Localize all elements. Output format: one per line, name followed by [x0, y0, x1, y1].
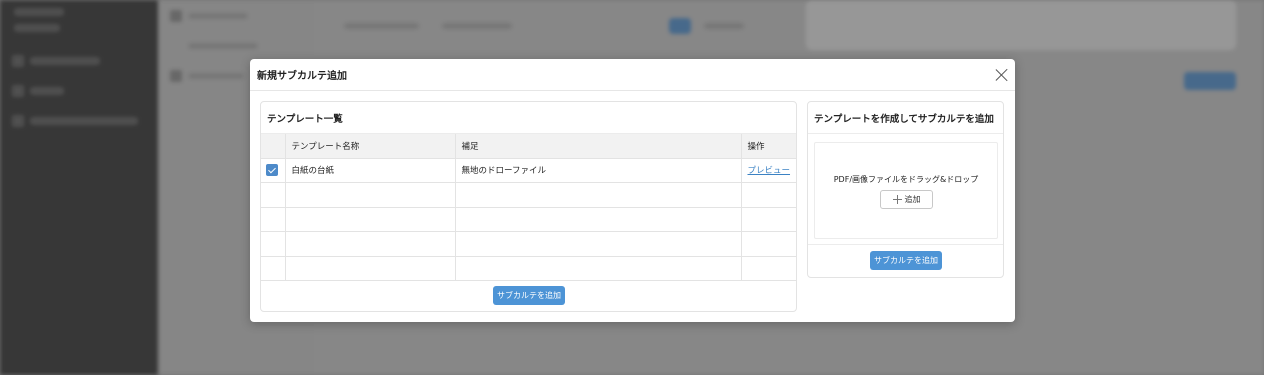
template-note-cell: 無地のドローファイル: [455, 158, 742, 183]
table-row[interactable]: 白紙の台紙 無地のドローファイル プレビュー: [261, 158, 796, 183]
column-header-note: 補足: [455, 134, 742, 159]
preview-link[interactable]: プレビュー: [748, 166, 791, 176]
template-list-title: テンプレート一覧: [261, 102, 796, 134]
row-select-cell: [261, 158, 286, 183]
create-template-panel: テンプレートを作成してサブカルテを追加 PDF/画像ファイルをドラッグ&ドロップ…: [807, 101, 1004, 278]
template-name-cell: 白紙の台紙: [285, 158, 456, 183]
create-template-title: テンプレートを作成してサブカルテを追加: [808, 102, 1003, 134]
table-row-empty: [261, 207, 796, 232]
modal-title: 新規サブカルテ追加: [257, 71, 347, 82]
column-header-action: 操作: [741, 134, 796, 159]
modal-header: 新規サブカルテ追加: [250, 59, 1015, 91]
row-checkbox[interactable]: [266, 164, 278, 177]
column-header-name: テンプレート名称: [285, 134, 456, 159]
column-header-select: [261, 134, 286, 159]
add-subchart-from-template-button[interactable]: サブカルテを追加: [870, 251, 942, 270]
dropzone-text: PDF/画像ファイルをドラッグ&ドロップ: [833, 175, 979, 184]
add-file-label: 追加: [904, 195, 921, 204]
table-header-row: テンプレート名称 補足 操作: [261, 134, 796, 159]
add-file-button[interactable]: 追加: [880, 190, 933, 209]
add-subchart-button[interactable]: サブカルテを追加: [493, 286, 565, 305]
table-row-empty: [261, 182, 796, 208]
template-list-panel: テンプレート一覧 テンプレート名称 補足 操作 白紙の台紙 無地のドローファイル…: [260, 101, 797, 312]
template-table: テンプレート名称 補足 操作 白紙の台紙 無地のドローファイル プレビュー: [261, 134, 796, 281]
template-action-cell: プレビュー: [741, 158, 796, 183]
close-icon[interactable]: [995, 68, 1009, 82]
plus-icon: [892, 195, 902, 204]
table-row-empty: [261, 256, 796, 281]
new-subchart-modal: 新規サブカルテ追加 テンプレート一覧 テンプレート名称 補足 操作 白紙の台紙 …: [250, 59, 1015, 322]
table-row-empty: [261, 231, 796, 257]
divider: [808, 244, 1003, 245]
file-dropzone[interactable]: PDF/画像ファイルをドラッグ&ドロップ 追加: [814, 142, 998, 239]
